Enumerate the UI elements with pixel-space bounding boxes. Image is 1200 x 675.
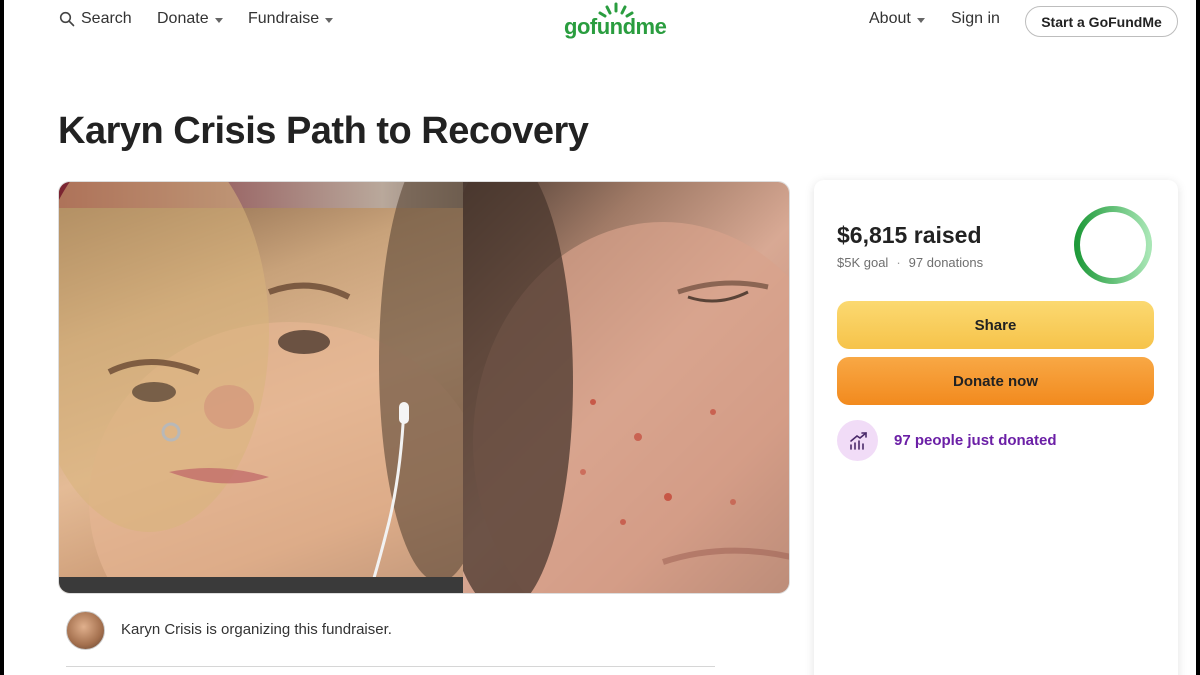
share-button[interactable]: Share [837, 301, 1154, 349]
face-photo-right-illustration [463, 182, 789, 593]
photo-bottom-strip [59, 577, 463, 593]
organizer-avatar[interactable] [66, 611, 105, 650]
hero-photo-left [59, 182, 463, 593]
organizer-text: Karyn Crisis is organizing this fundrais… [121, 621, 392, 638]
face-photo-left-illustration [59, 182, 463, 593]
donate-menu[interactable]: Donate [157, 10, 223, 28]
chevron-down-icon [214, 17, 223, 23]
donation-count: 97 donations [908, 255, 984, 270]
donate-now-button[interactable]: Donate now [837, 357, 1154, 405]
page-title: Karyn Crisis Path to Recovery [58, 110, 589, 152]
goal-amount: $5K goal [837, 255, 889, 270]
progress-ring-fill [1074, 206, 1152, 284]
window-frame-left [0, 0, 4, 675]
chevron-down-icon [325, 17, 334, 23]
fundraise-menu[interactable]: Fundraise [248, 10, 334, 28]
site-header: Search Donate Fundraise gofundme About S… [0, 0, 1200, 44]
chevron-down-icon [916, 17, 925, 23]
donate-menu-label: Donate [157, 10, 209, 27]
fundraise-menu-label: Fundraise [248, 10, 320, 27]
recent-donors-text[interactable]: 97 people just donated [894, 432, 1057, 449]
about-menu[interactable]: About [869, 10, 925, 28]
search-label: Search [81, 10, 132, 27]
search-icon [59, 11, 75, 27]
goal-summary: $5K goal · 97 donations [837, 255, 983, 270]
logo-text: gofundme [564, 14, 667, 39]
donation-card: $6,815 raised $5K goal · 97 donations Sh… [814, 180, 1178, 675]
goal-separator: · [896, 255, 901, 270]
window-frame-right [1196, 0, 1200, 675]
section-divider [66, 666, 715, 667]
trending-up-glyph [849, 431, 867, 450]
trending-up-icon [837, 420, 878, 461]
start-gofundme-button[interactable]: Start a GoFundMe [1025, 6, 1178, 37]
about-menu-label: About [869, 10, 911, 27]
signin-label: Sign in [951, 10, 1000, 27]
search-nav[interactable]: Search [59, 10, 132, 28]
gofundme-logo[interactable]: gofundme [560, 0, 680, 44]
progress-ring [1074, 206, 1152, 284]
amount-raised: $6,815 raised [837, 222, 982, 248]
hero-photo-right [463, 182, 789, 593]
campaign-hero-image[interactable] [58, 181, 790, 594]
signin-link[interactable]: Sign in [951, 10, 1000, 28]
